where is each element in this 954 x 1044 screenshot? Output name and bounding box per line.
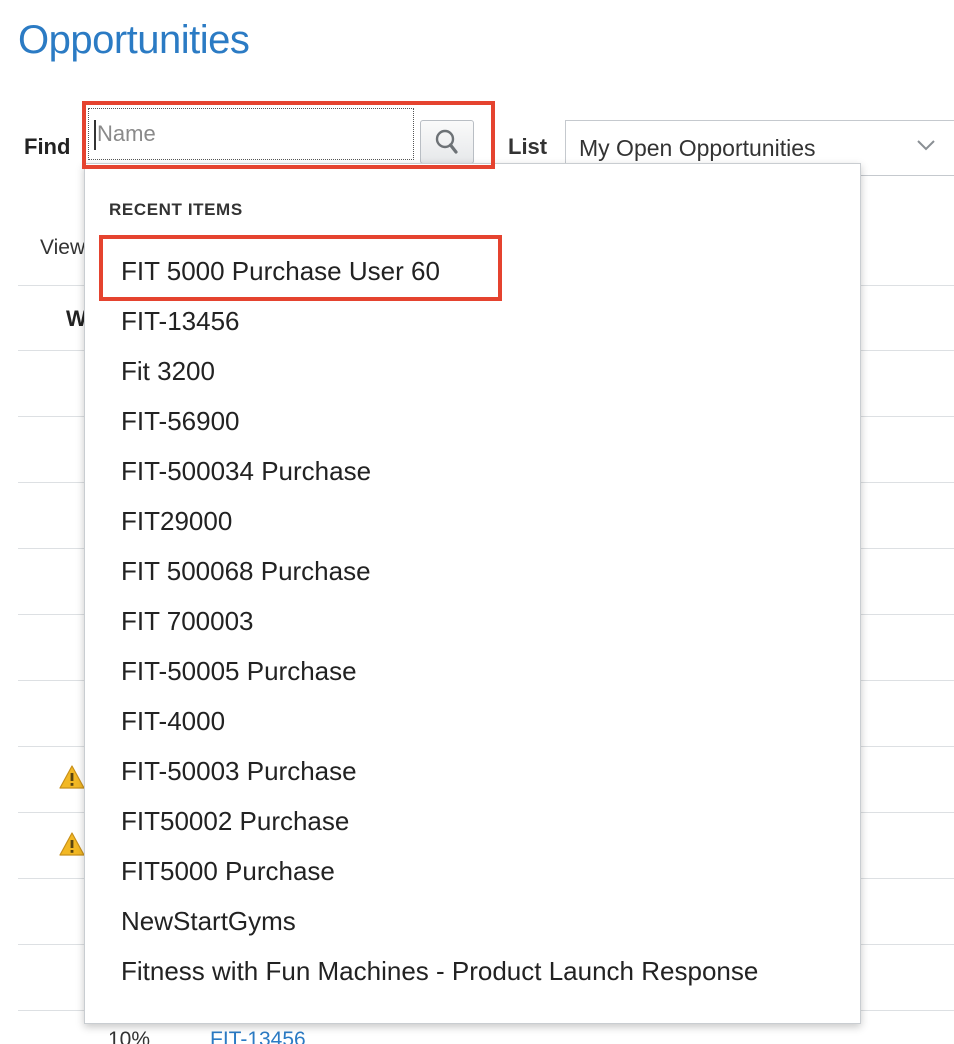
view-menu-label[interactable]: View — [40, 236, 85, 260]
recent-item[interactable]: Fitness with Fun Machines - Product Laun… — [121, 946, 851, 996]
opportunity-link[interactable]: FIT-13456 — [210, 1028, 306, 1044]
recent-item[interactable]: NewStartGyms — [121, 896, 851, 946]
text-caret — [94, 120, 96, 150]
win-probability: 10% — [108, 1028, 151, 1044]
chevron-down-icon — [917, 140, 935, 151]
page-title: Opportunities — [18, 18, 250, 62]
recent-item[interactable]: FIT29000 — [121, 496, 851, 546]
find-label: Find — [24, 134, 71, 159]
recent-item[interactable]: Fit 3200 — [121, 346, 851, 396]
list-selected-value: My Open Opportunities — [579, 134, 816, 161]
recent-item[interactable]: FIT-13456 — [121, 296, 851, 346]
search-input[interactable] — [88, 108, 414, 160]
opportunities-page: Opportunities Find List My Open Opportun… — [0, 0, 954, 1044]
recent-item[interactable]: FIT-4000 — [121, 696, 851, 746]
recent-item[interactable]: FIT50002 Purchase — [121, 796, 851, 846]
warning-icon — [59, 765, 85, 789]
search-button[interactable] — [420, 120, 474, 164]
warning-icon — [59, 832, 85, 856]
recent-item[interactable]: FIT-50005 Purchase — [121, 646, 851, 696]
recent-items-dropdown: RECENT ITEMS FIT 5000 Purchase User 60 F… — [84, 163, 861, 1024]
recent-item[interactable]: FIT 700003 — [121, 596, 851, 646]
search-icon — [435, 129, 458, 154]
recent-items-list: FIT 5000 Purchase User 60 FIT-13456 Fit … — [121, 246, 851, 996]
recent-items-heading: RECENT ITEMS — [109, 200, 243, 219]
recent-item[interactable]: FIT5000 Purchase — [121, 846, 851, 896]
recent-item[interactable]: FIT-500034 Purchase — [121, 446, 851, 496]
recent-item[interactable]: FIT-56900 — [121, 396, 851, 446]
recent-item[interactable]: FIT 5000 Purchase User 60 — [121, 246, 851, 296]
recent-item[interactable]: FIT 500068 Purchase — [121, 546, 851, 596]
recent-item[interactable]: FIT-50003 Purchase — [121, 746, 851, 796]
list-label: List — [508, 134, 548, 159]
